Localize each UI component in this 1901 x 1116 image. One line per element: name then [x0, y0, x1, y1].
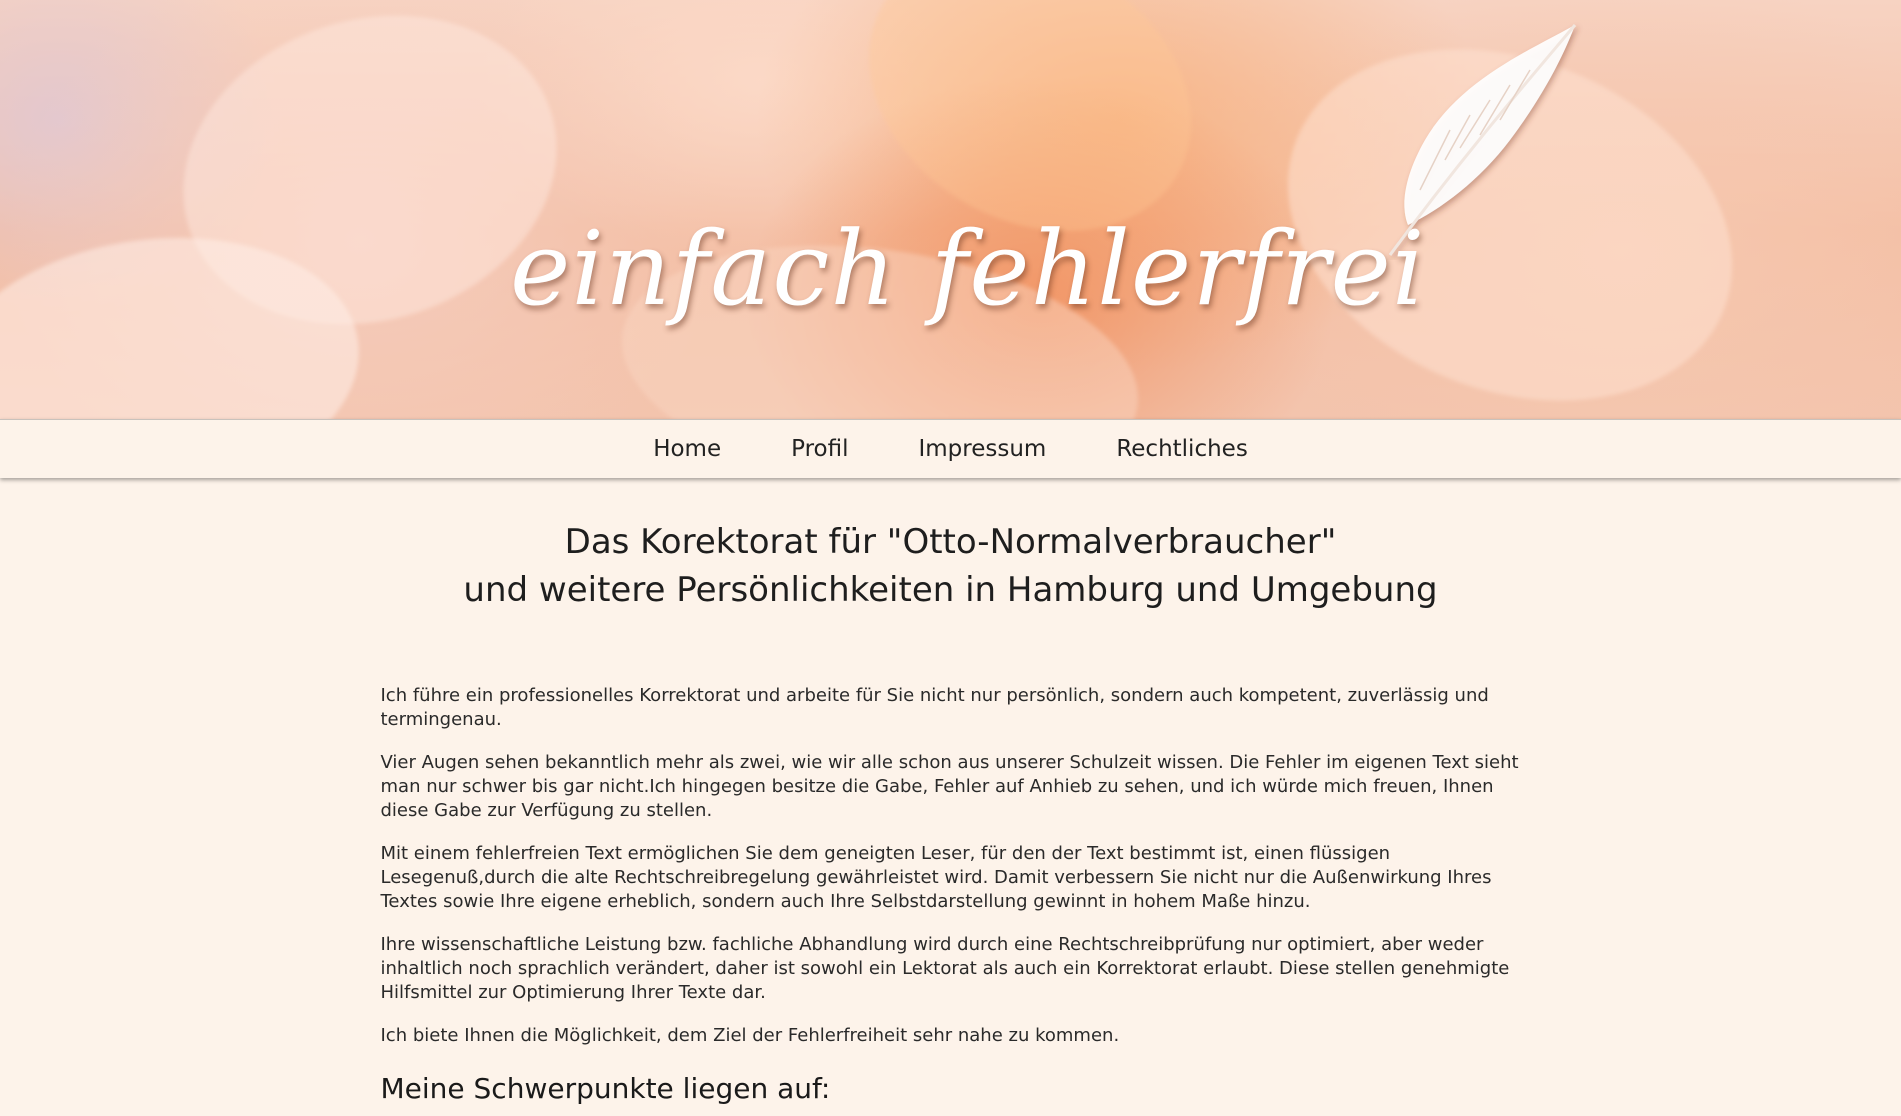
paragraph: Ihre wissenschaftliche Leistung bzw. fac… — [380, 934, 1510, 1003]
paragraph: Ich führe ein professionelles Korrektora… — [380, 685, 1489, 730]
nav-item-impressum[interactable]: Impressum — [918, 436, 1046, 462]
paragraph: Mit einem fehlerfreien Text ermöglichen … — [380, 843, 1492, 912]
headline-line-1: Das Korektorat für "Otto-Normalverbrauch… — [564, 522, 1337, 562]
paragraph: Ich biete Ihnen die Möglichkeit, dem Zie… — [380, 1025, 1120, 1046]
header-banner: einfach fehlerfrei — [0, 0, 1901, 419]
article-body: Ich führe ein professionelles Korrektora… — [381, 684, 1521, 1105]
nav-item-profil[interactable]: Profil — [791, 436, 848, 462]
site-logo[interactable]: einfach fehlerfrei — [510, 210, 1426, 329]
paragraph: Vier Augen sehen bekanntlich mehr als zw… — [380, 752, 1519, 821]
page-headline: Das Korektorat für "Otto-Normalverbrauch… — [0, 518, 1901, 614]
main-navigation: Home Profil Impressum Rechtliches — [0, 419, 1901, 478]
section-subheading: Meine Schwerpunkte liegen auf: — [380, 1072, 831, 1105]
nav-item-rechtliches[interactable]: Rechtliches — [1116, 436, 1247, 462]
main-content: Das Korektorat für "Otto-Normalverbrauch… — [0, 478, 1901, 1105]
nav-item-home[interactable]: Home — [653, 436, 721, 462]
headline-line-2: und weitere Persönlichkeiten in Hamburg … — [463, 570, 1438, 610]
